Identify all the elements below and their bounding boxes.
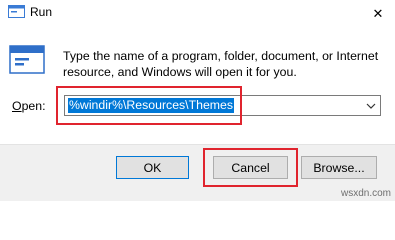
open-label-rest: pen: <box>21 99 46 113</box>
chevron-down-icon[interactable] <box>364 98 378 113</box>
open-label-accesskey: O <box>12 99 22 113</box>
title-bar: Run ✕ <box>0 0 395 28</box>
button-bar: OK Cancel Browse... wsxdn.com <box>0 144 395 201</box>
ok-button[interactable]: OK <box>116 156 189 179</box>
instructions-text: Type the name of a program, folder, docu… <box>63 49 379 79</box>
close-button[interactable]: ✕ <box>361 0 395 28</box>
browse-button[interactable]: Browse... <box>301 156 377 179</box>
open-label: Open: <box>12 99 46 113</box>
ok-highlight-box <box>203 148 298 187</box>
input-highlight-box <box>56 86 242 125</box>
run-app-icon <box>8 5 25 18</box>
window-title: Run <box>30 5 53 19</box>
close-icon: ✕ <box>372 6 384 21</box>
watermark: wsxdn.com <box>340 188 391 199</box>
run-dialog-icon <box>9 44 47 76</box>
